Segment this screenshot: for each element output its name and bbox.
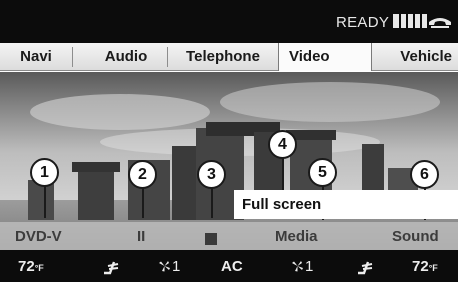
- callout-6: 6: [410, 160, 439, 189]
- left-temperature[interactable]: 72°F: [18, 258, 44, 275]
- ac-button[interactable]: AC: [221, 258, 243, 275]
- right-temperature-unit: °F: [428, 263, 438, 273]
- menu-item-navi[interactable]: Navi: [0, 43, 72, 71]
- signal-strength-icon: [393, 14, 427, 28]
- left-temperature-value: 72: [18, 258, 35, 275]
- callout-3: 3: [197, 160, 226, 189]
- right-air-distribution-icon[interactable]: [356, 259, 374, 275]
- right-fan-icon: [292, 261, 303, 272]
- sound-button[interactable]: Sound: [392, 228, 439, 245]
- status-bar: READY: [0, 0, 458, 43]
- source-button-dvd-v[interactable]: DVD-V: [15, 228, 62, 245]
- phone-handset-icon: [429, 18, 451, 28]
- main-menu: Navi Audio Telephone Video Vehicle: [0, 43, 458, 71]
- left-temperature-unit: °F: [34, 263, 44, 273]
- menu-item-vehicle[interactable]: Vehicle: [372, 43, 458, 71]
- pause-button[interactable]: II: [137, 228, 145, 245]
- callout-2: 2: [128, 160, 157, 189]
- video-display[interactable]: Full screen 1 2 3 4 5 6 DVD-V II Media S…: [0, 72, 458, 250]
- callout-5: 5: [308, 158, 337, 187]
- right-temperature[interactable]: 72°F: [412, 258, 438, 275]
- media-button[interactable]: Media: [275, 228, 318, 245]
- right-fan-level[interactable]: 1: [305, 258, 313, 275]
- status-text: READY: [336, 14, 390, 31]
- left-fan-icon: [159, 261, 170, 272]
- video-frame-image: [0, 72, 458, 250]
- left-air-distribution-icon[interactable]: [102, 259, 120, 275]
- menu-item-telephone[interactable]: Telephone: [168, 43, 278, 71]
- climate-bar: 72°F 1 AC 1 72°F: [0, 250, 458, 282]
- menu-item-audio[interactable]: Audio: [85, 43, 167, 71]
- full-screen-option[interactable]: Full screen: [234, 190, 458, 219]
- left-fan-level[interactable]: 1: [172, 258, 180, 275]
- right-temperature-value: 72: [412, 258, 429, 275]
- menu-item-video[interactable]: Video: [278, 43, 372, 71]
- stop-icon[interactable]: [205, 233, 217, 245]
- callout-4: 4: [268, 130, 297, 159]
- callout-1: 1: [30, 158, 59, 187]
